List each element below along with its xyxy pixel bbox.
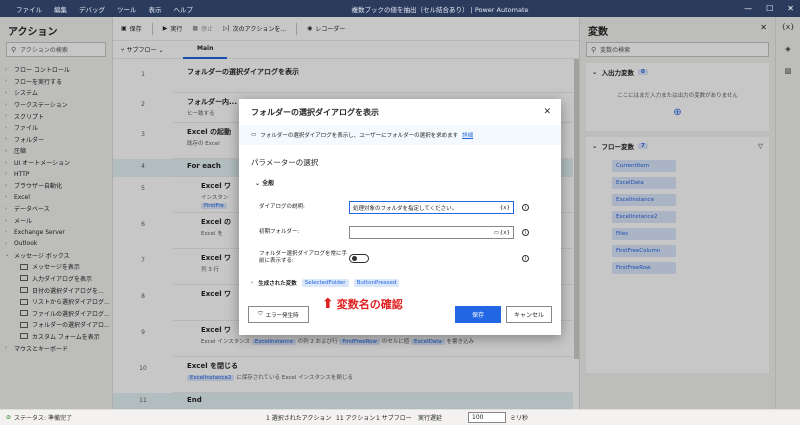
selected-count: 1 選択されたアクション bbox=[266, 415, 332, 422]
generated-variable-chip[interactable]: SelectedFolder bbox=[301, 279, 349, 287]
close-window-button[interactable]: ✕ bbox=[787, 4, 794, 13]
general-group-toggle[interactable]: ⌄ 全般 bbox=[239, 168, 561, 187]
info-icon: ▭ bbox=[251, 132, 257, 138]
variable-picker-icon[interactable]: {x} bbox=[500, 230, 510, 236]
initial-folder-input[interactable]: ▭ {x} bbox=[349, 226, 514, 239]
initial-folder-label: 初期フォルダー: bbox=[259, 229, 300, 235]
status-bar: ⊘ ステータス: 準備完了 1 選択されたアクション 11 アクション 1 サブフ… bbox=[0, 409, 800, 425]
dialog-title: フォルダーの選択ダイアログを表示 bbox=[251, 107, 379, 117]
topmost-toggle[interactable] bbox=[349, 253, 369, 263]
dialog-cancel-button[interactable]: キャンセル bbox=[506, 306, 552, 323]
help-icon[interactable]: i bbox=[522, 229, 529, 236]
topmost-row: フォルダー選択ダイアログを常に手前に表示する: i bbox=[239, 251, 561, 265]
dialog-info-text: フォルダーの選択ダイアログを表示し、ユーザーにフォルダーの選択を求めます bbox=[260, 133, 459, 139]
minimize-button[interactable]: — bbox=[744, 4, 752, 13]
help-icon[interactable]: i bbox=[522, 254, 529, 262]
maximize-button[interactable]: ☐ bbox=[766, 4, 773, 13]
title-bar: ファイル 編集 デバッグ ツール 表示 ヘルプ 複数ブックの値を抽出（セル結合あ… bbox=[0, 0, 800, 17]
dialog-description-input[interactable]: 処理対象のフォルダを指定してください。 {x} bbox=[349, 201, 514, 214]
generated-variables-row: › 生成された変数 SelectedFolder ButtonPressed bbox=[251, 279, 400, 287]
dialog-description-row: ダイアログの説明: 処理対象のフォルダを指定してください。 {x} i bbox=[239, 201, 561, 214]
subflow-count: 1 サブフロー bbox=[376, 415, 412, 422]
annotation-text: 変数名の確認 bbox=[336, 298, 403, 311]
initial-folder-row: 初期フォルダー: ▭ {x} i bbox=[239, 226, 561, 239]
chevron-right-icon[interactable]: › bbox=[251, 280, 253, 286]
action-count: 11 アクション bbox=[336, 415, 376, 422]
topmost-label: フォルダー選択ダイアログを常に手前に表示する: bbox=[259, 251, 348, 264]
generated-variable-chip[interactable]: ButtonPressed bbox=[353, 279, 400, 287]
check-icon: ⊘ bbox=[6, 414, 12, 421]
on-error-label: エラー発生時 bbox=[265, 312, 299, 319]
dialog-description-value: 処理対象のフォルダを指定してください。 bbox=[353, 205, 458, 212]
delay-unit: ミリ秒 bbox=[510, 415, 529, 422]
menu-tools[interactable]: ツール bbox=[111, 4, 143, 14]
dialog-info-bar: ▭ フォルダーの選択ダイアログを表示し、ユーザーにフォルダーの選択を求めます 詳… bbox=[239, 125, 561, 145]
status-text: ステータス: 準備完了 bbox=[14, 415, 72, 422]
menu-edit[interactable]: 編集 bbox=[48, 4, 73, 14]
topmost-toggle-wrap bbox=[349, 253, 514, 263]
generated-variables-label: 生成された変数 bbox=[258, 281, 297, 287]
menu-help[interactable]: ヘルプ bbox=[168, 4, 200, 14]
dialog-save-button[interactable]: 保存 bbox=[455, 306, 501, 323]
shield-icon: ⛉ bbox=[258, 311, 263, 317]
details-link[interactable]: 詳細 bbox=[462, 131, 473, 139]
delay-input[interactable]: 100 bbox=[468, 412, 506, 423]
delay-label: 実行遅延 bbox=[418, 415, 443, 422]
menu-debug[interactable]: デバッグ bbox=[73, 4, 111, 14]
general-group-label: 全般 bbox=[262, 180, 275, 187]
menu-bar: ファイル 編集 デバッグ ツール 表示 ヘルプ bbox=[0, 4, 199, 14]
arrow-up-icon: ⬆ bbox=[322, 296, 334, 312]
close-icon[interactable]: ✕ bbox=[543, 107, 551, 117]
dialog-description-label: ダイアログの説明: bbox=[259, 204, 305, 210]
folder-icon[interactable]: ▭ bbox=[494, 230, 499, 236]
menu-file[interactable]: ファイル bbox=[10, 4, 48, 14]
annotation-callout: ⬆ 変数名の確認 bbox=[322, 296, 403, 312]
menu-view[interactable]: 表示 bbox=[143, 4, 168, 14]
on-error-button[interactable]: ⛉ エラー発生時 bbox=[248, 306, 309, 323]
params-title: パラメーターの選択 bbox=[251, 158, 319, 167]
variable-picker-icon[interactable]: {x} bbox=[500, 205, 510, 211]
window-title: 複数ブックの値を抽出（セル結合あり） | Power Automate bbox=[351, 5, 529, 14]
help-icon[interactable]: i bbox=[522, 204, 529, 211]
